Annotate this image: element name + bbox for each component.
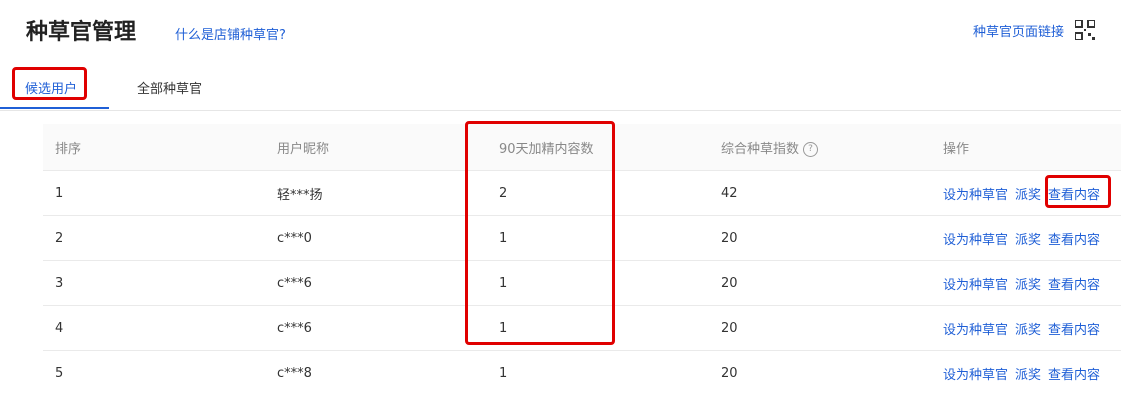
rank-cell: 3 <box>43 261 265 306</box>
table-row: 3 c***6 1 20 设为种草官派奖查看内容 <box>43 261 1121 306</box>
index-cell: 20 <box>709 306 931 351</box>
actions-cell: 设为种草官派奖查看内容 <box>931 171 1121 216</box>
reward-button[interactable]: 派奖 <box>1015 323 1041 338</box>
view-content-button[interactable]: 查看内容 <box>1048 233 1100 248</box>
page-link[interactable]: 种草官页面链接 <box>973 21 1064 40</box>
table-row: 2 c***0 1 20 设为种草官派奖查看内容 <box>43 216 1121 261</box>
rank-cell: 1 <box>43 171 265 216</box>
view-content-button[interactable]: 查看内容 <box>1048 368 1100 383</box>
tab-candidates[interactable]: 候选用户 <box>25 78 77 97</box>
nickname-cell: c***8 <box>265 351 487 395</box>
nickname-cell: c***0 <box>265 216 487 261</box>
set-ambassador-button[interactable]: 设为种草官 <box>943 368 1008 383</box>
table-row: 5 c***8 1 20 设为种草官派奖查看内容 <box>43 351 1121 395</box>
help-icon[interactable]: ? <box>803 142 818 157</box>
column-header-index-label: 综合种草指数 <box>721 142 799 157</box>
reward-button[interactable]: 派奖 <box>1015 368 1041 383</box>
rank-cell: 4 <box>43 306 265 351</box>
column-header-rank: 排序 <box>43 124 265 171</box>
rank-cell: 2 <box>43 216 265 261</box>
actions-cell: 设为种草官派奖查看内容 <box>931 351 1121 395</box>
column-header-featured-count: 90天加精内容数 <box>487 124 709 171</box>
table-row: 1 轻***扬 2 42 设为种草官派奖查看内容 <box>43 171 1121 216</box>
column-header-index: 综合种草指数? <box>709 124 931 171</box>
actions-cell: 设为种草官派奖查看内容 <box>931 216 1121 261</box>
table-row: 4 c***6 1 20 设为种草官派奖查看内容 <box>43 306 1121 351</box>
active-tab-indicator <box>0 107 109 109</box>
nickname-cell: c***6 <box>265 261 487 306</box>
reward-button[interactable]: 派奖 <box>1015 233 1041 248</box>
set-ambassador-button[interactable]: 设为种草官 <box>943 188 1008 203</box>
set-ambassador-button[interactable]: 设为种草官 <box>943 233 1008 248</box>
featured-count-cell: 1 <box>487 306 709 351</box>
candidates-table: 排序 用户昵称 90天加精内容数 综合种草指数? 操作 1 轻***扬 2 42… <box>43 124 1121 395</box>
qr-code-icon[interactable] <box>1075 20 1095 40</box>
reward-button[interactable]: 派奖 <box>1015 278 1041 293</box>
featured-count-cell: 1 <box>487 351 709 395</box>
index-cell: 20 <box>709 261 931 306</box>
set-ambassador-button[interactable]: 设为种草官 <box>943 323 1008 338</box>
index-cell: 20 <box>709 351 931 395</box>
view-content-button[interactable]: 查看内容 <box>1048 188 1100 203</box>
page-title: 种草官管理 <box>26 14 136 46</box>
column-header-actions: 操作 <box>931 124 1121 171</box>
table-header-row: 排序 用户昵称 90天加精内容数 综合种草指数? 操作 <box>43 124 1121 171</box>
actions-cell: 设为种草官派奖查看内容 <box>931 306 1121 351</box>
nickname-cell: c***6 <box>265 306 487 351</box>
nickname-cell: 轻***扬 <box>265 171 487 216</box>
actions-cell: 设为种草官派奖查看内容 <box>931 261 1121 306</box>
index-cell: 20 <box>709 216 931 261</box>
index-cell: 42 <box>709 171 931 216</box>
column-header-nickname: 用户昵称 <box>265 124 487 171</box>
featured-count-cell: 1 <box>487 216 709 261</box>
view-content-button[interactable]: 查看内容 <box>1048 278 1100 293</box>
reward-button[interactable]: 派奖 <box>1015 188 1041 203</box>
tab-bar: 候选用户 全部种草官 <box>0 70 1121 111</box>
tab-all-ambassadors[interactable]: 全部种草官 <box>137 78 202 97</box>
help-link[interactable]: 什么是店铺种草官? <box>175 24 286 43</box>
featured-count-cell: 2 <box>487 171 709 216</box>
featured-count-cell: 1 <box>487 261 709 306</box>
view-content-button[interactable]: 查看内容 <box>1048 323 1100 338</box>
set-ambassador-button[interactable]: 设为种草官 <box>943 278 1008 293</box>
rank-cell: 5 <box>43 351 265 395</box>
